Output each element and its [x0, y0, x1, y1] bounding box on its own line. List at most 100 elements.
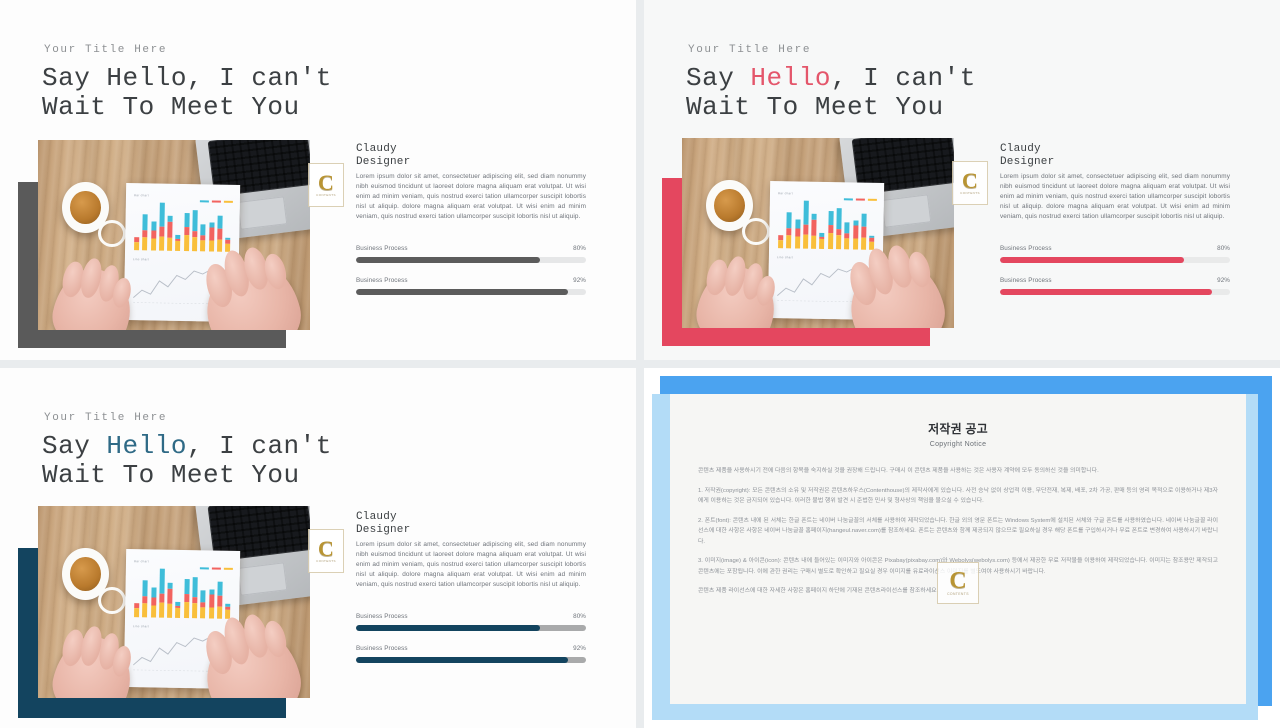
bar-column — [852, 220, 859, 250]
bar-segment — [208, 240, 214, 252]
progress-track[interactable] — [356, 657, 586, 663]
desk-photo[interactable]: Bar chart Line chart — [682, 138, 954, 328]
progress-value: 80% — [573, 245, 586, 252]
bar-segment — [811, 213, 817, 220]
bar-segment — [192, 210, 198, 231]
copyright-paragraph: 콘텐츠 제품을 사용하시기 전에 다음의 항목을 숙지하실 것을 권장해 드립니… — [698, 468, 1099, 474]
bar-column — [200, 223, 206, 252]
bar-column — [836, 208, 842, 249]
watermark-letter: C — [318, 170, 334, 196]
watermark-letter: C — [318, 536, 334, 562]
bar-segment — [786, 234, 792, 249]
progress-fill — [356, 625, 540, 631]
progress-item[interactable]: Business Process 80% — [1000, 245, 1230, 263]
cup-handle-icon — [97, 219, 126, 247]
slide-teal[interactable]: Your Title Here Say Hello, I can't Wait … — [0, 368, 636, 728]
bar-segment — [167, 604, 173, 618]
progress-item[interactable]: Business Process 80% — [356, 613, 586, 631]
person-block: Claudy Designer — [356, 511, 410, 537]
trackpad-icon — [880, 194, 932, 228]
bar-segment — [827, 233, 834, 249]
contents-watermark: C CONTENTS — [952, 161, 988, 205]
progress-fill — [1000, 289, 1212, 295]
bar-column — [819, 233, 825, 249]
bar-segment — [803, 224, 809, 235]
slide-copyright[interactable]: 저작권 공고 Copyright Notice 콘텐츠 제품을 사용하시기 전에… — [644, 368, 1280, 728]
bar-segment — [200, 607, 206, 619]
bar-column — [167, 582, 173, 618]
bar-segment — [828, 210, 834, 225]
progress-item[interactable]: Business Process 92% — [356, 645, 586, 663]
progress-group: Business Process 80% Business Process 92% — [356, 245, 586, 309]
progress-value: 80% — [573, 613, 586, 620]
copyright-subtitle: Copyright Notice — [929, 441, 987, 448]
bar-segment — [175, 608, 181, 618]
bar-segment — [167, 588, 173, 605]
progress-group: Business Process 80% Business Process 92% — [356, 613, 586, 677]
paper-top-label: Bar chart — [133, 558, 149, 564]
slide-gray[interactable]: Your Title Here Say Hello, I can't Wait … — [0, 0, 636, 360]
bar-segment — [142, 580, 149, 597]
bar-segment — [200, 240, 206, 252]
headline-accent: Hello — [750, 63, 831, 93]
body-copy: Lorem ipsum dolor sit amet, consectetuer… — [356, 173, 586, 220]
bar-segment — [183, 602, 190, 618]
paper-bottom-label: Line chart — [776, 254, 794, 259]
bar-segment — [216, 606, 223, 619]
bar-segment — [184, 226, 190, 236]
progress-track[interactable] — [356, 289, 586, 295]
bar-segment — [819, 239, 825, 249]
bar-column — [216, 582, 223, 619]
desk-photo[interactable]: Bar chart Line chart — [38, 506, 310, 698]
bar-segment — [852, 225, 858, 239]
progress-value: 92% — [573, 277, 586, 284]
progress-track[interactable] — [356, 257, 586, 263]
bar-segment — [184, 212, 190, 227]
headline-accent: Hello — [106, 63, 187, 93]
trackpad-icon — [236, 562, 288, 597]
bar-column — [167, 215, 173, 251]
cup-handle-icon — [97, 586, 126, 614]
bar-segment — [184, 593, 190, 603]
bar-column — [183, 212, 190, 251]
progress-value: 80% — [1217, 245, 1230, 252]
progress-fill — [356, 257, 540, 263]
progress-item[interactable]: Business Process 92% — [356, 277, 586, 295]
bar-column — [158, 569, 165, 618]
progress-fill — [1000, 257, 1184, 263]
progress-track[interactable] — [356, 625, 586, 631]
bar-column — [192, 210, 198, 251]
bar-column — [208, 589, 215, 619]
progress-track[interactable] — [1000, 289, 1230, 295]
bar-column — [844, 221, 850, 250]
bar-segment — [200, 223, 206, 236]
copyright-document[interactable]: 저작권 공고 Copyright Notice 콘텐츠 제품을 사용하시기 전에… — [670, 394, 1246, 704]
progress-value: 92% — [1217, 277, 1230, 284]
eyebrow-text: Your Title Here — [44, 412, 168, 424]
headline-before: Say — [686, 63, 751, 93]
bar-segment — [167, 237, 173, 251]
bar-segment — [836, 228, 842, 235]
eyebrow-text: Your Title Here — [688, 44, 812, 56]
bar-segment — [142, 603, 148, 618]
slide-red[interactable]: Your Title Here Say Hello, I can't Wait … — [644, 0, 1280, 360]
bar-segment — [795, 218, 801, 229]
progress-item[interactable]: Business Process 80% — [356, 245, 586, 263]
bar-segment — [811, 235, 817, 249]
bar-segment — [158, 602, 165, 618]
bar-column — [175, 602, 181, 618]
watermark-caption: CONTENTS — [947, 592, 969, 597]
bar-segment — [200, 590, 206, 603]
contents-watermark: C CONTENTS — [308, 529, 344, 573]
bar-column — [216, 215, 223, 252]
bar-column — [869, 235, 875, 250]
paper-top-label: Bar chart — [133, 192, 149, 197]
bar-column — [142, 214, 149, 251]
progress-track[interactable] — [1000, 257, 1230, 263]
desk-photo[interactable]: Bar chart Line chart — [38, 140, 310, 330]
bar-column — [183, 579, 190, 618]
progress-group: Business Process 80% Business Process 92% — [1000, 245, 1230, 309]
paper-bar-chart — [134, 569, 231, 619]
bar-column — [192, 576, 198, 619]
progress-item[interactable]: Business Process 92% — [1000, 277, 1230, 295]
